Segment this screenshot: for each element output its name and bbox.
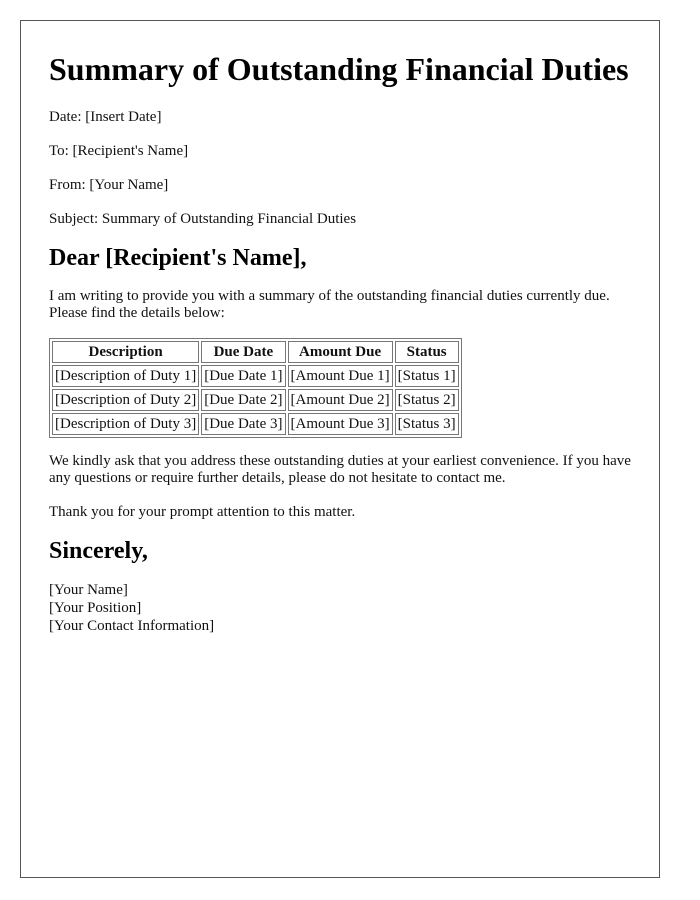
closing-paragraph: We kindly ask that you address these out… <box>49 453 631 486</box>
subject-line: Subject: Summary of Outstanding Financia… <box>49 211 357 227</box>
cell-description: [Description of Duty 2] <box>52 389 200 411</box>
table-row: [Description of Duty 3] [Due Date 3] [Am… <box>52 413 459 435</box>
header-due-date: Due Date <box>201 341 286 363</box>
thanks-paragraph: Thank you for your prompt attention to t… <box>49 504 356 520</box>
date-line: Date: [Insert Date] <box>49 109 162 125</box>
signature-block: [Your Name] [Your Position] [Your Contac… <box>49 581 631 635</box>
sign-off: Sincerely, <box>49 538 148 564</box>
salutation: Dear [Recipient's Name], <box>49 245 307 271</box>
cell-status: [Status 1] <box>394 365 459 387</box>
table-row: [Description of Duty 1] [Due Date 1] [Am… <box>52 365 459 387</box>
cell-amount-due: [Amount Due 3] <box>287 413 393 435</box>
to-line: To: [Recipient's Name] <box>49 143 189 159</box>
duties-table: Description Due Date Amount Due Status [… <box>49 338 462 438</box>
cell-status: [Status 2] <box>394 389 459 411</box>
from-line: From: [Your Name] <box>49 177 169 193</box>
header-amount-due: Amount Due <box>287 341 393 363</box>
cell-due-date: [Due Date 3] <box>201 413 286 435</box>
header-status: Status <box>394 341 459 363</box>
signature-position: [Your Position] <box>49 600 142 616</box>
intro-paragraph: I am writing to provide you with a summa… <box>49 288 610 321</box>
cell-amount-due: [Amount Due 1] <box>287 365 393 387</box>
table-header-row: Description Due Date Amount Due Status <box>52 341 459 363</box>
cell-status: [Status 3] <box>394 413 459 435</box>
cell-amount-due: [Amount Due 2] <box>287 389 393 411</box>
signature-name: [Your Name] <box>49 582 128 598</box>
document-title: Summary of Outstanding Financial Duties <box>49 51 629 87</box>
header-description: Description <box>52 341 200 363</box>
table-row: [Description of Duty 2] [Due Date 2] [Am… <box>52 389 459 411</box>
signature-contact: [Your Contact Information] <box>49 618 215 634</box>
cell-due-date: [Due Date 1] <box>201 365 286 387</box>
letter-page: Summary of Outstanding Financial Duties … <box>20 20 660 878</box>
cell-description: [Description of Duty 1] <box>52 365 200 387</box>
cell-description: [Description of Duty 3] <box>52 413 200 435</box>
cell-due-date: [Due Date 2] <box>201 389 286 411</box>
letter-meta: Date: [Insert Date] To: [Recipient's Nam… <box>49 109 631 228</box>
